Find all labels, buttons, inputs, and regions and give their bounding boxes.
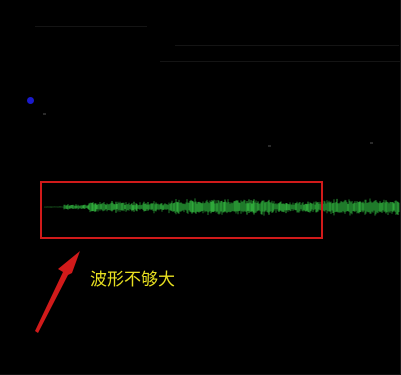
marker-speck xyxy=(268,145,271,147)
ruler-line xyxy=(160,61,400,62)
ruler-line xyxy=(35,26,147,27)
marker-speck xyxy=(43,113,46,115)
audio-editor-screen: 波形不够大 xyxy=(0,0,401,375)
ruler-line xyxy=(175,45,399,46)
annotation-label: 波形不够大 xyxy=(90,270,175,290)
marker-speck xyxy=(370,142,373,144)
highlight-box xyxy=(40,181,323,239)
dot-icon[interactable] xyxy=(27,97,34,104)
arrow-icon xyxy=(35,251,80,333)
